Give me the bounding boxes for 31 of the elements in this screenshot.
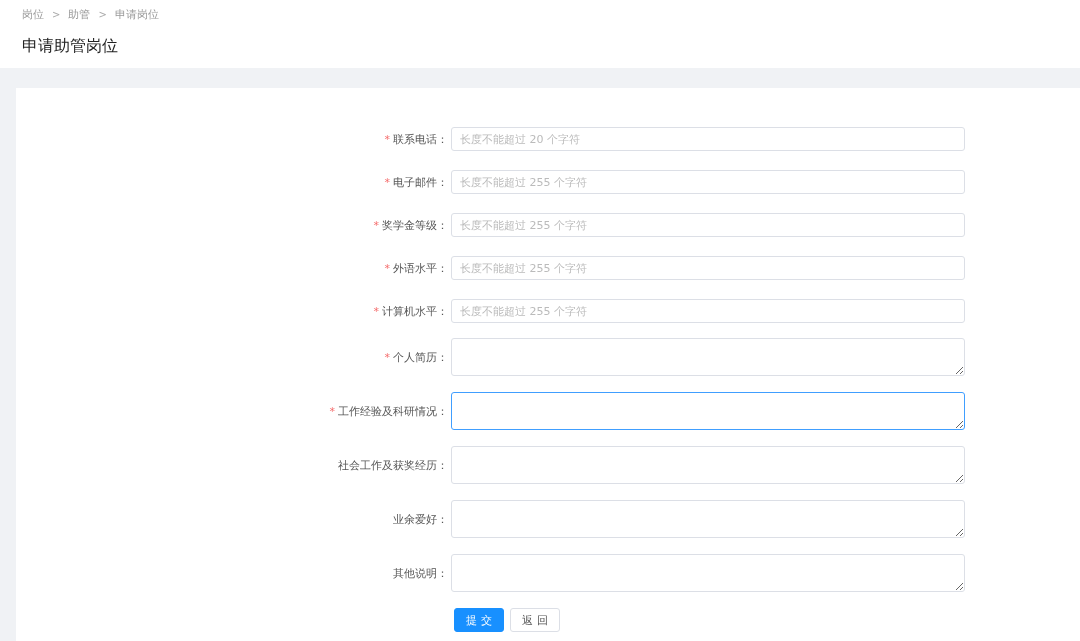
field-label: 联系电话： — [393, 131, 448, 147]
breadcrumb-link[interactable]: 助管 — [68, 6, 91, 22]
field-label: 社会工作及获奖经历： — [338, 457, 448, 473]
required-mark: * — [384, 350, 390, 364]
field-label: 工作经验及科研情况： — [338, 403, 448, 419]
textarea-field[interactable] — [451, 392, 965, 430]
breadcrumb-separator: > — [98, 8, 107, 20]
required-mark: * — [384, 132, 390, 146]
breadcrumb-separator: > — [52, 8, 61, 20]
breadcrumb-link[interactable]: 申请岗位 — [114, 6, 159, 22]
input-field[interactable]: 长度不能超过 20 个字符 — [451, 127, 965, 151]
field-label: 电子邮件： — [393, 174, 448, 190]
field-label: 外语水平： — [393, 260, 448, 276]
breadcrumb-link[interactable]: 岗位 — [22, 6, 44, 22]
field-label: 业余爱好： — [393, 511, 448, 527]
page-title: 申请助管岗位 — [22, 36, 119, 57]
field-label: 奖学金等级： — [382, 217, 448, 233]
back-button[interactable]: 返 回 — [510, 608, 560, 632]
input-field[interactable]: 长度不能超过 255 个字符 — [451, 256, 965, 280]
field-label: 计算机水平： — [382, 303, 448, 319]
submit-button[interactable]: 提 交 — [454, 608, 504, 632]
required-mark: * — [373, 218, 379, 232]
field-label: 个人简历： — [393, 349, 448, 365]
required-mark: * — [384, 261, 390, 275]
required-mark: * — [384, 175, 390, 189]
required-mark: * — [373, 304, 379, 318]
input-field[interactable]: 长度不能超过 255 个字符 — [451, 170, 965, 194]
required-mark: * — [329, 404, 335, 418]
input-field[interactable]: 长度不能超过 255 个字符 — [451, 299, 965, 323]
field-label: 其他说明： — [393, 565, 448, 581]
input-field[interactable]: 长度不能超过 255 个字符 — [451, 213, 965, 237]
